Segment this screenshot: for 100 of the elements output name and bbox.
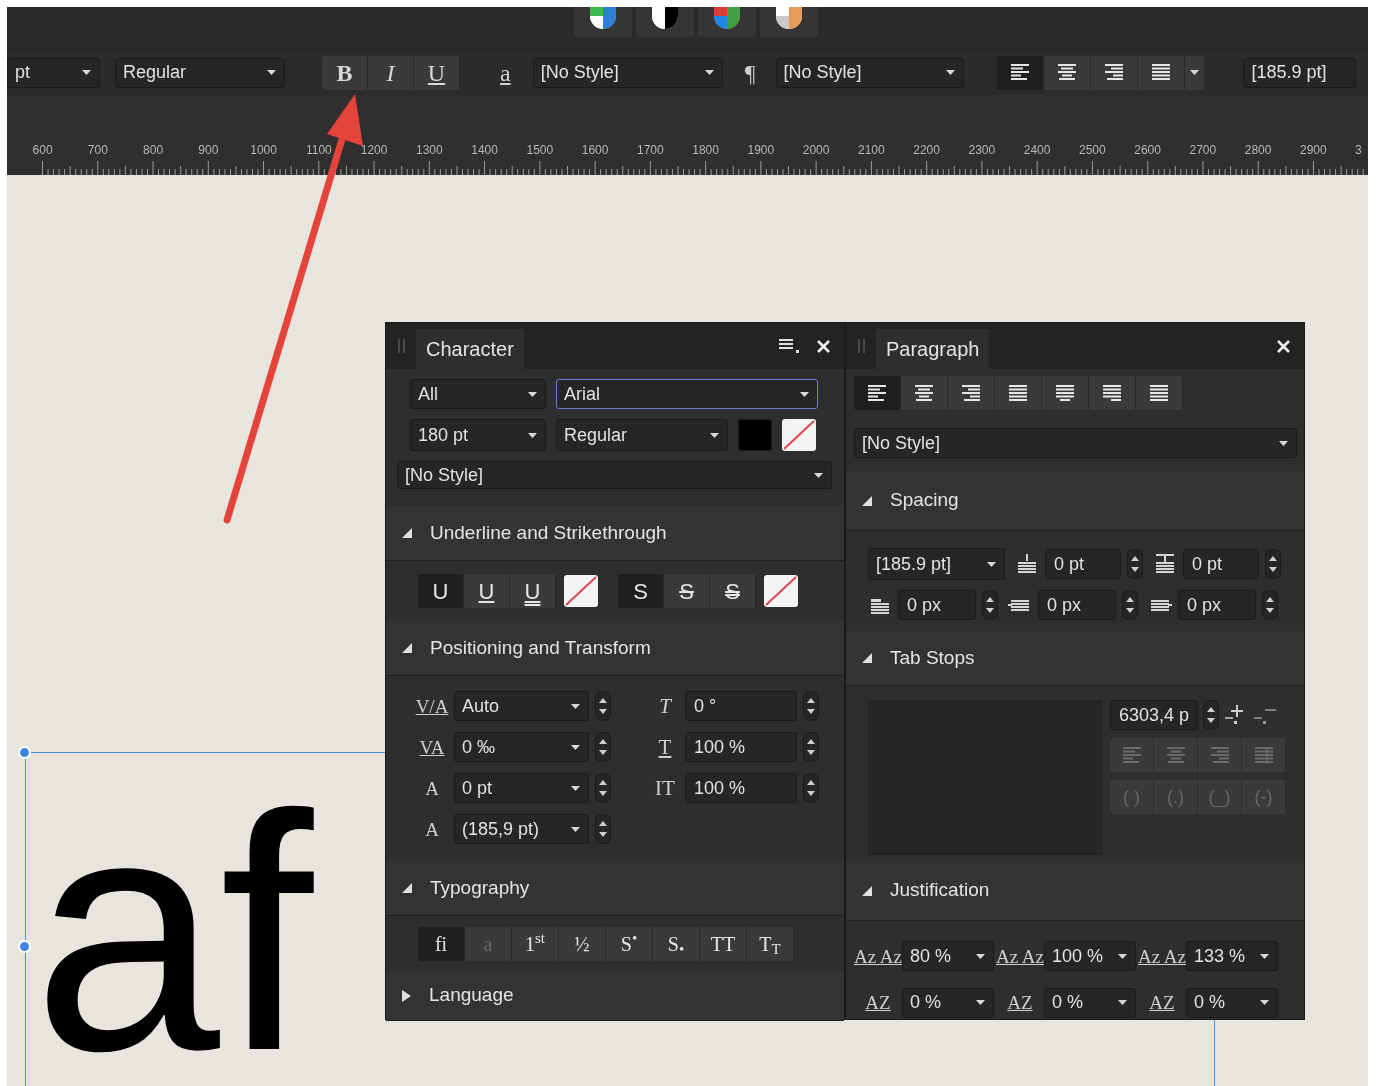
text-align-button[interactable]: [996, 55, 1044, 90]
paragraph-align-button[interactable]: [1089, 376, 1136, 410]
paragraph-align-button[interactable]: [948, 376, 995, 410]
text-align-icon: [1009, 384, 1027, 402]
selection-handle[interactable]: [18, 940, 31, 953]
stepper-icon[interactable]: [803, 773, 819, 803]
studio-button[interactable]: [635, 7, 694, 37]
paragraph-align-button[interactable]: [1042, 376, 1089, 410]
grip-icon[interactable]: [858, 339, 866, 353]
justification-dropdown[interactable]: 133 %: [1186, 941, 1278, 972]
stepper-icon[interactable]: [803, 691, 819, 721]
text-align-button[interactable]: [1043, 55, 1091, 90]
stepper-icon[interactable]: [595, 732, 611, 762]
value-field[interactable]: 100 %: [685, 732, 797, 762]
justification-dropdown[interactable]: 0 %: [1044, 987, 1136, 1018]
stepper-icon[interactable]: [803, 732, 819, 762]
value-field[interactable]: 0 px: [898, 590, 976, 620]
typography-feature-button[interactable]: S$^{•}$: [606, 926, 653, 961]
stepper-icon[interactable]: [595, 691, 611, 721]
underline-style-button[interactable]: U: [418, 574, 464, 608]
typography-feature-button[interactable]: S$_{•}$: [653, 926, 700, 961]
font-size-dropdown[interactable]: 180 pt: [410, 419, 546, 451]
no-color-swatch[interactable]: [782, 419, 816, 451]
paragraph-align-button[interactable]: [995, 376, 1042, 410]
stepper-icon[interactable]: [1203, 700, 1219, 730]
panel-menu-icon[interactable]: [779, 339, 799, 353]
no-color-swatch[interactable]: [564, 575, 598, 607]
align-options-button[interactable]: [1184, 55, 1205, 90]
section-header[interactable]: Underline and Strikethrough: [386, 506, 844, 561]
stepper-icon[interactable]: [982, 590, 998, 620]
font-weight-dropdown[interactable]: Regular: [556, 419, 728, 451]
fill-color-swatch[interactable]: [738, 419, 772, 451]
value-field[interactable]: 0 °: [685, 691, 797, 721]
paragraph-style-dropdown[interactable]: [No Style]: [775, 57, 964, 88]
value-dropdown[interactable]: Auto: [454, 691, 589, 721]
character-style-dropdown[interactable]: [No Style]: [532, 57, 723, 88]
underline-style-button[interactable]: U: [464, 574, 510, 608]
text-align-button[interactable]: [1090, 55, 1138, 90]
stepper-icon[interactable]: [1262, 590, 1278, 620]
character-style-dropdown[interactable]: [No Style]: [397, 461, 832, 489]
leading-field[interactable]: [185.9 pt]: [1242, 57, 1356, 88]
panel-tab[interactable]: Character: [416, 329, 524, 369]
typography-feature-button[interactable]: TT: [700, 926, 747, 961]
paragraph-align-button[interactable]: [901, 376, 948, 410]
underline-style-button[interactable]: U: [510, 574, 556, 608]
justification-dropdown[interactable]: 80 %: [902, 941, 994, 972]
paragraph-align-button[interactable]: [1136, 376, 1183, 410]
grip-icon[interactable]: [398, 339, 406, 353]
strikethrough-style-button[interactable]: S: [710, 574, 756, 608]
studio-button[interactable]: [759, 7, 818, 37]
scope-dropdown[interactable]: All: [410, 379, 546, 409]
section-header[interactable]: Language: [386, 971, 844, 1021]
text-format-button[interactable]: I: [368, 55, 414, 90]
paragraph-align-button[interactable]: [854, 376, 901, 410]
no-color-swatch[interactable]: [764, 575, 798, 607]
value-field[interactable]: 0 px: [1178, 590, 1256, 620]
stepper-icon[interactable]: [1127, 549, 1143, 579]
value-field[interactable]: 0 px: [1038, 590, 1116, 620]
value-dropdown[interactable]: 0 pt: [454, 773, 589, 803]
section-header[interactable]: Spacing: [846, 471, 1304, 531]
typography-feature-button[interactable]: ½: [559, 926, 606, 961]
justification-dropdown[interactable]: 100 %: [1044, 941, 1136, 972]
section-header[interactable]: Positioning and Transform: [386, 621, 844, 676]
panel-tab[interactable]: Paragraph: [876, 329, 990, 369]
caret-icon: [528, 432, 537, 438]
value-field[interactable]: 0 pt: [1045, 549, 1121, 579]
canvas-text[interactable]: af: [33, 765, 330, 1086]
text-align-button[interactable]: [1137, 55, 1185, 90]
studio-button[interactable]: [573, 7, 632, 37]
font-family-dropdown[interactable]: Arial: [556, 379, 818, 409]
section-header[interactable]: Justification: [846, 861, 1304, 921]
font-weight-dropdown[interactable]: Regular: [115, 57, 285, 88]
typography-feature-button[interactable]: fi: [418, 926, 465, 961]
leading-dropdown[interactable]: [185.9 pt]: [868, 548, 1005, 580]
value-field[interactable]: 100 %: [685, 773, 797, 803]
stepper-icon[interactable]: [1122, 590, 1138, 620]
value-field[interactable]: 0 pt: [1183, 549, 1259, 579]
stepper-icon[interactable]: [1265, 549, 1281, 579]
typography-feature-button[interactable]: 1$^{st}$: [512, 926, 559, 961]
justification-dropdown[interactable]: 0 %: [1186, 987, 1278, 1018]
value-dropdown[interactable]: (185,9 pt): [454, 814, 589, 844]
text-format-button[interactable]: B: [322, 55, 368, 90]
stepper-icon[interactable]: [595, 773, 611, 803]
selection-handle[interactable]: [18, 746, 31, 759]
close-icon[interactable]: [817, 339, 830, 353]
strikethrough-style-button[interactable]: S: [664, 574, 710, 608]
justification-dropdown[interactable]: 0 %: [902, 987, 994, 1018]
section-header[interactable]: Tab Stops: [846, 631, 1304, 686]
typography-feature-button[interactable]: T$_{T}$: [747, 926, 794, 961]
text-align-icon: [1010, 64, 1029, 81]
close-icon[interactable]: [1277, 339, 1290, 353]
paragraph-style-dropdown[interactable]: [No Style]: [854, 428, 1297, 458]
strikethrough-style-button[interactable]: S: [618, 574, 664, 608]
section-header[interactable]: Typography: [386, 861, 844, 916]
text-format-button[interactable]: U: [414, 55, 460, 90]
value-dropdown[interactable]: 0 ‰: [454, 732, 589, 762]
tab-position-field[interactable]: 6303,4 p: [1110, 700, 1198, 730]
font-size-dropdown[interactable]: pt: [7, 57, 100, 88]
ruler-label: 700: [86, 142, 109, 159]
stepper-icon[interactable]: [595, 814, 611, 844]
